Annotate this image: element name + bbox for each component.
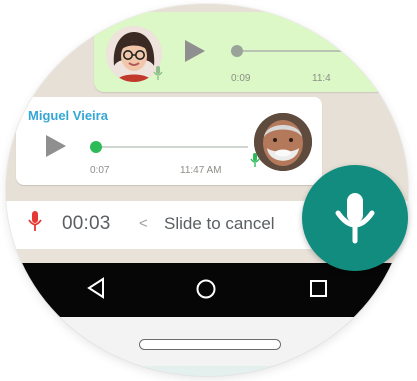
- voice-note-mic-icon: [153, 66, 163, 80]
- recents-icon[interactable]: [309, 279, 329, 304]
- play-icon[interactable]: [46, 135, 66, 157]
- avatar-contact: [254, 113, 312, 171]
- mic-icon: [28, 210, 42, 237]
- playback-thumb[interactable]: [231, 45, 243, 57]
- recording-timer: 00:03: [62, 213, 111, 234]
- slide-to-cancel-hint[interactable]: Slide to cancel: [164, 214, 275, 234]
- voice-note-mic-icon: [250, 153, 260, 167]
- message-time: 11:4: [312, 73, 331, 84]
- playback-thumb[interactable]: [90, 141, 102, 153]
- play-icon[interactable]: [185, 40, 205, 62]
- sender-name: Miguel Vieira: [28, 108, 108, 123]
- bottom-tint: [46, 366, 366, 376]
- back-icon[interactable]: [86, 276, 106, 305]
- chevron-left-icon: <: [139, 215, 148, 232]
- home-icon[interactable]: [195, 278, 217, 305]
- gesture-home-pill[interactable]: [139, 339, 281, 350]
- message-time: 11:47 AM: [180, 165, 222, 176]
- playback-track[interactable]: [243, 50, 408, 52]
- playback-track[interactable]: [102, 146, 248, 148]
- record-voice-button[interactable]: [302, 165, 408, 271]
- voice-duration: 0:07: [90, 165, 110, 176]
- voice-duration: 0:09: [231, 73, 251, 84]
- mic-icon: [335, 193, 375, 244]
